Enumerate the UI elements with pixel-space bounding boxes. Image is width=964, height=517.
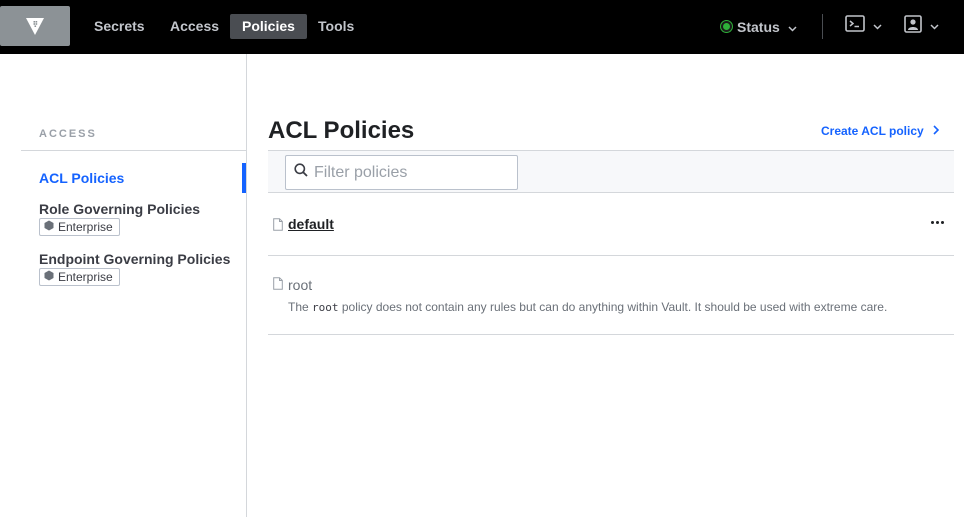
enterprise-icon [44,220,58,234]
sidebar-divider [21,150,247,151]
status-label: Status [737,18,780,35]
sidebar-item-role-governing-policies[interactable]: Role Governing Policies [39,201,200,217]
search-icon [294,163,308,182]
vault-logo-icon[interactable] [0,6,70,46]
chevron-down-icon [873,17,882,35]
badge-label: Enterprise [58,220,113,234]
nav-divider [822,14,823,39]
desc-code: root [312,301,339,314]
policy-name-root: root [288,277,313,293]
filter-toolbar [268,150,954,193]
status-ok-icon [721,21,732,32]
nav-secrets[interactable]: Secrets [82,14,157,39]
sidebar-heading: ACCESS [39,128,97,140]
top-navigation-bar: Secrets Access Policies Tools Status [0,0,964,54]
nav-access[interactable]: Access [158,14,231,39]
user-menu[interactable] [904,14,939,38]
policy-link-default[interactable]: default [288,216,334,232]
document-icon [273,218,283,236]
sidebar-item-acl-policies[interactable]: ACL Policies [39,170,124,186]
chevron-down-icon [930,17,939,35]
desc-suffix: policy does not contain any rules but ca… [338,300,888,314]
nav-tools[interactable]: Tools [306,14,366,39]
enterprise-badge: Enterprise [39,268,120,286]
chevron-down-icon [788,19,797,35]
policy-row-default[interactable]: default [268,193,954,256]
more-actions-icon[interactable] [931,221,944,224]
active-indicator [242,163,246,193]
page-title: ACL Policies [268,117,415,144]
enterprise-badge: Enterprise [39,218,120,236]
policy-row-root: root The root policy does not contain an… [268,256,954,335]
console-menu[interactable] [845,15,882,37]
desc-prefix: The [288,300,313,314]
console-icon [845,15,865,37]
create-acl-policy-label: Create ACL policy [821,124,924,138]
chevron-right-icon [924,124,939,138]
user-icon [904,14,922,38]
root-policy-description: The root policy does not contain any rul… [288,300,887,314]
enterprise-icon [44,270,58,284]
filter-field[interactable] [285,155,518,190]
nav-policies[interactable]: Policies [230,14,307,39]
status-menu[interactable]: Status [721,14,797,39]
create-acl-policy-link[interactable]: Create ACL policy [821,124,939,138]
badge-label: Enterprise [58,270,113,284]
filter-policies-input[interactable] [314,163,514,182]
document-icon [273,277,283,295]
sidebar: ACCESS ACL Policies Role Governing Polic… [0,54,247,517]
sidebar-item-endpoint-governing-policies[interactable]: Endpoint Governing Policies [39,251,230,267]
